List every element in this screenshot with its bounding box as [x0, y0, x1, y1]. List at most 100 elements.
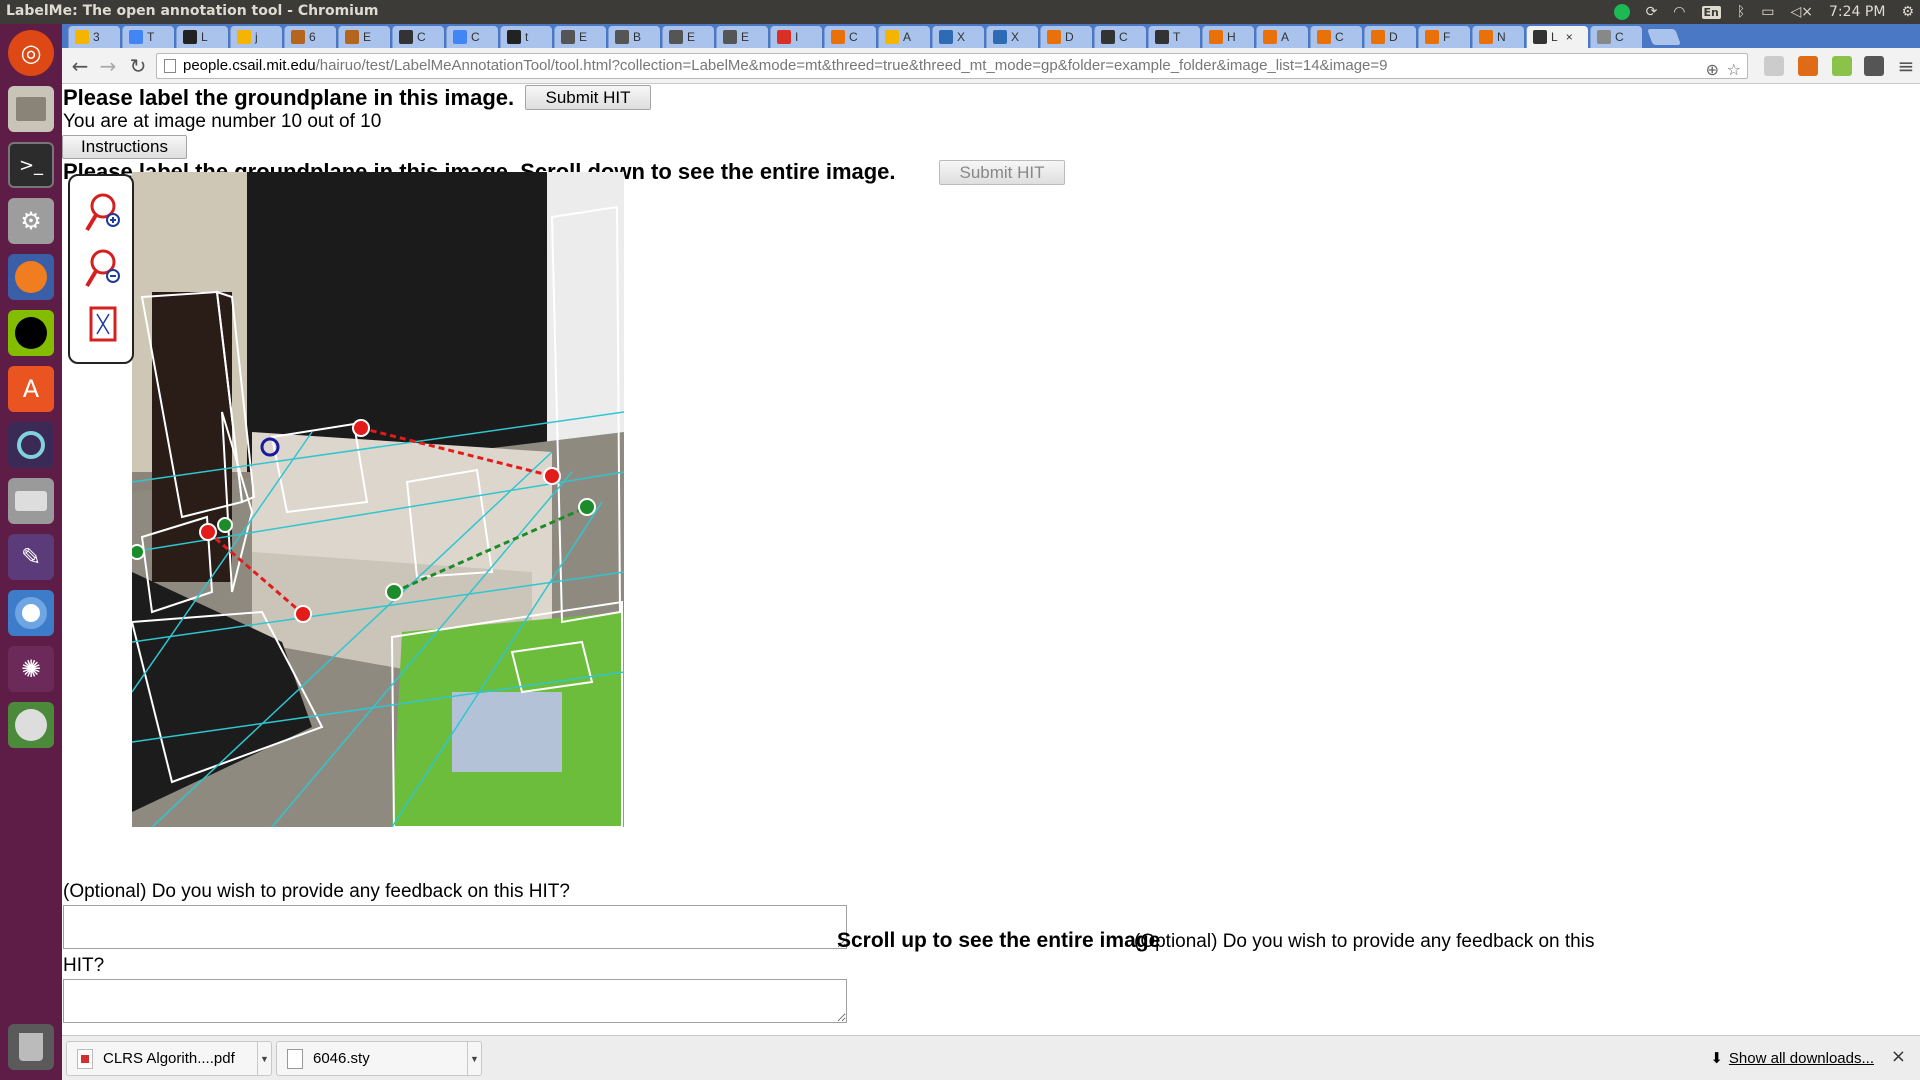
update-manager-icon[interactable] [8, 702, 54, 748]
download-arrow-icon: ⬇ [1710, 1050, 1723, 1067]
tab-label: 6 [309, 30, 316, 44]
tab-favicon-icon [1371, 30, 1385, 44]
instructions-button[interactable]: Instructions [62, 135, 187, 159]
sync-icon[interactable]: ⟳ [1646, 4, 1658, 20]
browser-tab[interactable]: D [1364, 26, 1416, 48]
browser-tab[interactable]: C [1094, 26, 1146, 48]
tab-active[interactable]: L × [1526, 26, 1588, 48]
tab-favicon-icon [1263, 30, 1277, 44]
firefox-icon[interactable] [8, 254, 54, 300]
bookmark-star-icon[interactable]: ☆ [1727, 58, 1741, 78]
download-item-pdf[interactable]: CLRS Algorith....pdf ▼ [66, 1041, 272, 1076]
browser-tab[interactable]: A [878, 26, 930, 48]
reload-button[interactable]: ↻ [126, 54, 150, 78]
browser-tab[interactable]: D [1040, 26, 1092, 48]
new-tab-button[interactable] [1647, 29, 1681, 45]
browser-tab[interactable]: N [1472, 26, 1524, 48]
browser-tab[interactable]: E [716, 26, 768, 48]
battery-icon[interactable]: ▭ [1761, 4, 1774, 20]
software-center-icon[interactable]: A [8, 366, 54, 412]
browser-tab[interactable]: C [824, 26, 876, 48]
chromium-icon[interactable] [8, 590, 54, 636]
browser-tab[interactable]: C [1590, 26, 1642, 48]
files-icon[interactable] [8, 86, 54, 132]
feedback-textarea[interactable] [63, 905, 847, 949]
extension-badge-icon[interactable] [1832, 56, 1852, 76]
trash-icon[interactable] [8, 1024, 54, 1070]
annotation-image-canvas[interactable] [132, 172, 624, 827]
tab-favicon-icon [237, 30, 251, 44]
browser-tab[interactable]: X [932, 26, 984, 48]
bluetooth-icon[interactable]: ᛒ [1737, 4, 1745, 20]
browser-tab[interactable]: T [122, 26, 174, 48]
zoom-icon[interactable]: ⊕ [1706, 58, 1719, 78]
show-all-downloads-link[interactable]: ⬇ Show all downloads... [1710, 1049, 1874, 1068]
browser-tab[interactable]: C [446, 26, 498, 48]
spotify-icon[interactable] [8, 310, 54, 356]
unity-tweak-icon[interactable] [8, 422, 54, 468]
tab-label: I [795, 30, 799, 44]
tab-label: C [1335, 30, 1344, 44]
download-options-chevron-icon[interactable]: ▼ [467, 1042, 481, 1075]
pocket-extension-icon[interactable] [1864, 56, 1884, 76]
browser-tab[interactable]: T [1148, 26, 1200, 48]
download-item-sty[interactable]: 6046.sty ▼ [276, 1041, 482, 1076]
libreoffice-draw-icon[interactable]: ✎ [8, 534, 54, 580]
tab-close-icon[interactable]: × [1566, 30, 1573, 44]
browser-tab[interactable]: C [1310, 26, 1362, 48]
menu-icon[interactable]: ≡ [1894, 54, 1918, 78]
shutter-icon[interactable]: ✺ [8, 646, 54, 692]
tab-favicon-icon [885, 30, 899, 44]
browser-tab[interactable]: A [1256, 26, 1308, 48]
terminal-icon[interactable]: >_ [8, 142, 54, 188]
zoom-in-icon[interactable] [83, 190, 123, 234]
back-button[interactable]: ← [68, 54, 92, 78]
extension-icon[interactable] [1764, 56, 1784, 76]
browser-tab[interactable]: t [500, 26, 552, 48]
download-options-chevron-icon[interactable]: ▼ [257, 1042, 271, 1075]
volume-icon[interactable]: ◁× [1791, 4, 1814, 20]
submit-hit-button[interactable]: Submit HIT [525, 85, 651, 110]
wifi-icon[interactable]: ◠ [1673, 4, 1685, 20]
browser-tab[interactable]: E [662, 26, 714, 48]
forward-button[interactable]: → [96, 54, 120, 78]
browser-tab[interactable]: F [1418, 26, 1470, 48]
keyboard-layout-indicator[interactable]: En [1701, 5, 1721, 19]
browser-tab[interactable]: 6 [284, 26, 336, 48]
settings-gear-icon[interactable]: ⚙ [1901, 4, 1914, 20]
address-bar[interactable]: people.csail.mit.edu/hairuo/test/LabelMe… [156, 53, 1748, 79]
tab-label: L [1551, 30, 1558, 44]
tab-label: A [903, 30, 912, 44]
browser-tab[interactable]: H [1202, 26, 1254, 48]
tab-label: E [363, 30, 372, 44]
browser-tab[interactable]: E [338, 26, 390, 48]
submit-hit-button-secondary[interactable]: Submit HIT [939, 160, 1065, 185]
tab-favicon-icon [75, 30, 89, 44]
zoom-out-icon[interactable] [83, 246, 123, 290]
browser-tab[interactable]: X [986, 26, 1038, 48]
browser-tab[interactable]: L [176, 26, 228, 48]
close-download-shelf-icon[interactable]: × [1891, 1046, 1906, 1067]
clock[interactable]: 7:24 PM [1829, 4, 1885, 20]
tab-favicon-icon [939, 30, 953, 44]
dash-home-icon[interactable]: ◎ [8, 30, 54, 76]
unity-launcher: ◎ >_ ⚙ A ✎ ✺ [0, 24, 62, 1080]
tab-favicon-icon [1317, 30, 1331, 44]
browser-tab[interactable]: j [230, 26, 282, 48]
tab-label: D [1065, 30, 1074, 44]
browser-tab[interactable]: B [608, 26, 660, 48]
browser-tab[interactable]: C [392, 26, 444, 48]
tab-favicon-icon [507, 30, 521, 44]
tab-label: j [255, 30, 258, 44]
system-settings-icon[interactable]: ⚙ [8, 198, 54, 244]
spotify-tray-icon[interactable] [1613, 4, 1630, 20]
tab-label: C [1119, 30, 1128, 44]
browser-tab[interactable]: 3 [68, 26, 120, 48]
disk-drive-icon[interactable] [8, 478, 54, 524]
feedback-textarea-secondary[interactable] [63, 979, 847, 1023]
browser-tab[interactable]: I [770, 26, 822, 48]
keepa-extension-icon[interactable] [1798, 56, 1818, 76]
browser-tab[interactable]: E [554, 26, 606, 48]
annotated-room-photo[interactable] [132, 172, 624, 827]
fit-image-icon[interactable] [83, 302, 123, 346]
